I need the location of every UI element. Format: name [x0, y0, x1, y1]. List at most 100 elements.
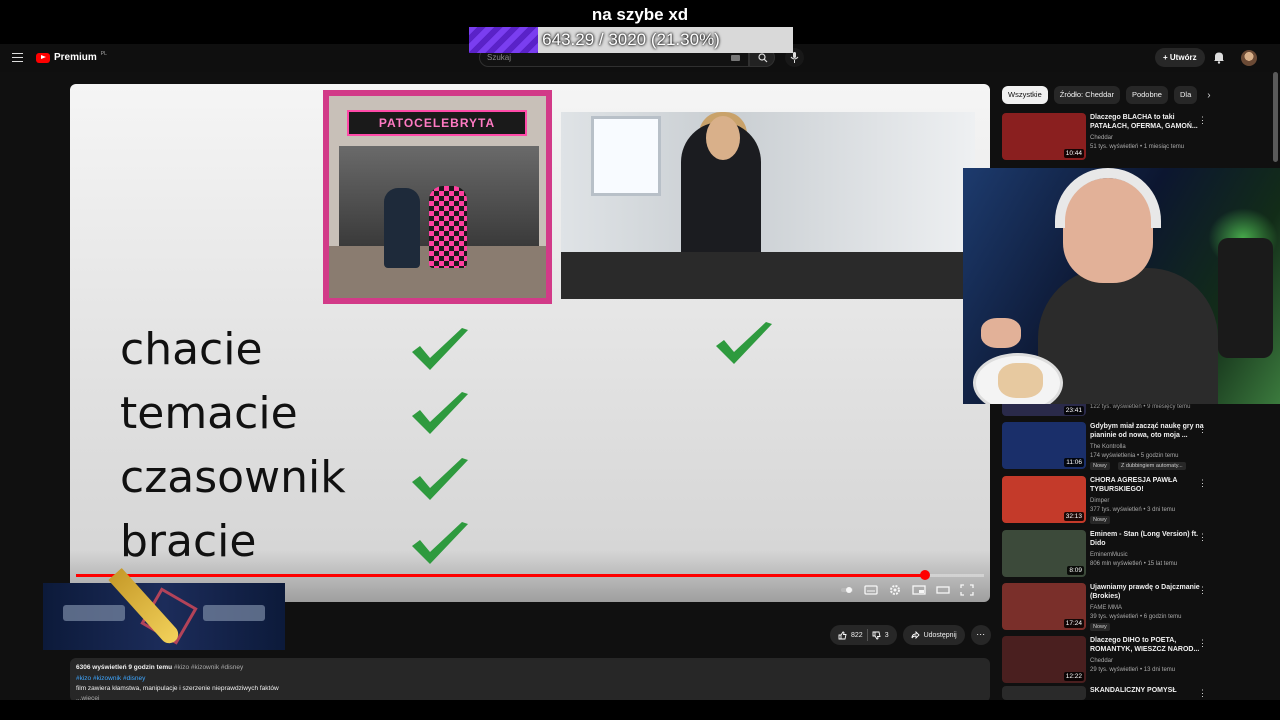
- channel-name[interactable]: The Kontrolla: [1090, 444, 1126, 450]
- video-player[interactable]: PATOCELEBRYTA chacie temacie czasownik brac…: [70, 84, 990, 602]
- share-label: Udostępnij: [923, 631, 957, 639]
- dislike-count: 3: [884, 631, 889, 639]
- kebab-menu-icon[interactable]: ⋮: [1198, 115, 1207, 126]
- cam-hand: [981, 318, 1021, 348]
- new-badge: Nowy: [1090, 623, 1110, 631]
- channel-name[interactable]: FAME MMA: [1090, 605, 1122, 611]
- description-box[interactable]: 6306 wyświetleń 9 godzin temu #kizo #kiz…: [70, 658, 990, 702]
- checkmark-icon: [412, 522, 468, 564]
- recommendation-title[interactable]: Ujawniamy prawdę o Dajczmanie (Brokies): [1090, 583, 1208, 601]
- recommendation-title[interactable]: SKANDALICZNY POMYSŁ: [1090, 686, 1208, 695]
- more-actions-button[interactable]: ⋯: [970, 625, 991, 645]
- recommendation-item[interactable]: 8:09 Eminem - Stan (Long Version) ft. Did…: [1002, 530, 1272, 578]
- channel-name[interactable]: EminemMusic: [1090, 552, 1128, 558]
- youtube-logo[interactable]: Premium PL: [36, 50, 107, 63]
- microphone-icon: [790, 52, 799, 63]
- share-button[interactable]: Udostępnij: [902, 625, 965, 645]
- theater-mode-icon[interactable]: [936, 584, 950, 596]
- still-counter: [561, 252, 975, 299]
- recommendation-thumbnail[interactable]: 12:22: [1002, 636, 1086, 683]
- dislike-button[interactable]: 3: [872, 631, 889, 640]
- recommendation-thumbnail[interactable]: 8:09: [1002, 530, 1086, 577]
- filter-chip[interactable]: Dla: [1173, 86, 1198, 104]
- settings-gear-icon[interactable]: [888, 584, 902, 596]
- album-person-left: [384, 188, 420, 268]
- filter-chip[interactable]: Źródło: Cheddar: [1053, 86, 1120, 104]
- kebab-menu-icon[interactable]: ⋮: [1198, 638, 1207, 649]
- channel-name[interactable]: Dimper: [1090, 498, 1109, 504]
- hashtags-link[interactable]: #kizo #kizownik #disney: [76, 675, 145, 682]
- thumbs-up-icon: [838, 631, 847, 639]
- video-duration: 11:06: [1064, 458, 1084, 467]
- recommendation-item[interactable]: SKANDALICZNY POMYSŁ ⋮: [1002, 686, 1272, 700]
- rifle-icon: [203, 605, 265, 621]
- rifle-icon: [63, 605, 125, 621]
- video-progress-bar[interactable]: [76, 570, 984, 580]
- recommendation-thumbnail[interactable]: 17:24: [1002, 583, 1086, 630]
- recommendation-title[interactable]: Eminem - Stan (Long Version) ft. Dido: [1090, 530, 1208, 548]
- kebab-menu-icon[interactable]: ⋮: [1198, 585, 1207, 596]
- recommendation-meta: 377 tys. wyświetleń • 3 dni temu: [1090, 507, 1176, 513]
- hamburger-menu-icon[interactable]: [12, 53, 23, 62]
- kebab-menu-icon[interactable]: ⋮: [1198, 478, 1207, 489]
- filter-chip[interactable]: Wszystkie: [1002, 86, 1048, 104]
- miniplayer-icon[interactable]: [912, 584, 926, 596]
- kebab-menu-icon[interactable]: ⋮: [1198, 688, 1207, 699]
- new-badge: Nowy: [1090, 516, 1110, 524]
- channel-name[interactable]: Cheddar: [1090, 135, 1113, 141]
- rhyme-word: czasownik: [120, 452, 346, 503]
- video-still-image: [561, 112, 975, 299]
- chevron-right-icon[interactable]: ›: [1207, 90, 1210, 101]
- recommendation-thumbnail[interactable]: 32:13: [1002, 476, 1086, 523]
- partial-duration: 23:41: [1063, 406, 1084, 415]
- recommendation-thumbnail[interactable]: [1002, 686, 1086, 700]
- keyboard-icon[interactable]: [731, 55, 740, 61]
- kebab-menu-icon[interactable]: ⋮: [1198, 424, 1207, 435]
- album-cover-image: PATOCELEBRYTA: [323, 90, 552, 304]
- subtitles-icon[interactable]: [864, 584, 878, 596]
- logo-region: PL: [100, 50, 107, 57]
- kebab-menu-icon[interactable]: ⋮: [1198, 532, 1207, 543]
- recommendation-item[interactable]: 10:44 Dlaczego BLACHA to taki PATAŁACH, O…: [1002, 113, 1272, 161]
- description-text: film zawiera kłamstwa, manipulacje i sze…: [76, 685, 279, 692]
- partial-thumbnail: 23:41: [1002, 404, 1086, 416]
- recommendation-item[interactable]: 12:22 Dlaczego DIHO to POETA, ROMANTYK, W…: [1002, 636, 1272, 684]
- like-button[interactable]: 822: [838, 631, 863, 640]
- checkmark-icon: [412, 392, 468, 434]
- recommendation-thumbnail[interactable]: 10:44: [1002, 113, 1086, 160]
- still-head: [706, 116, 740, 160]
- recommendation-partial[interactable]: 23:41 122 tys. wyświetleń • 9 miesięcy t…: [1002, 404, 1272, 416]
- donation-goal-bar: 643.29 / 3020 (21.30%): [469, 27, 793, 53]
- rhyme-word: bracie: [120, 516, 257, 567]
- donation-goal-text: 643.29 / 3020 (21.30%): [542, 30, 720, 49]
- account-avatar[interactable]: [1241, 50, 1257, 66]
- checkmark-icon: [412, 328, 468, 370]
- video-duration: 8:09: [1067, 566, 1084, 575]
- create-label: Utwórz: [1169, 53, 1197, 62]
- recommendation-title[interactable]: CHORA AGRESJA PAWŁA TYBURSKIEGO!: [1090, 476, 1208, 494]
- recommendation-item[interactable]: 17:24 Ujawniamy prawdę o Dajczmanie (Brok…: [1002, 583, 1272, 631]
- recommendation-title[interactable]: Dlaczego BLACHA to taki PATAŁACH, OFERMA…: [1090, 113, 1208, 131]
- recommendation-thumbnail[interactable]: 11:06: [1002, 422, 1086, 469]
- recommendation-meta: 806 mln wyświetleń • 15 lat temu: [1090, 561, 1178, 567]
- autoplay-toggle-icon[interactable]: [840, 584, 854, 596]
- sidebar-scrollbar[interactable]: [1273, 72, 1278, 162]
- recommendation-title[interactable]: Dlaczego DIHO to POETA, ROMANTYK, WIESZC…: [1090, 636, 1208, 654]
- channel-name[interactable]: Cheddar: [1090, 658, 1113, 664]
- notifications-bell-icon[interactable]: [1213, 51, 1225, 64]
- recommendation-item[interactable]: 11:06 Gdybym miał zacząć naukę gry na pia…: [1002, 422, 1272, 470]
- new-badge: Nowy: [1090, 462, 1110, 470]
- filter-chip[interactable]: Podobne: [1125, 86, 1168, 104]
- rhyme-word: chacie: [120, 324, 263, 375]
- cam-body: [1038, 268, 1218, 404]
- recommendation-meta: 29 tys. wyświetleń • 13 dni temu: [1090, 667, 1176, 673]
- like-count: 822: [851, 631, 863, 639]
- video-duration: 10:44: [1063, 149, 1084, 158]
- video-duration: 12:22: [1063, 672, 1084, 681]
- fullscreen-icon[interactable]: [960, 584, 974, 596]
- create-button[interactable]: + Utwórz: [1155, 48, 1205, 67]
- recommendation-title[interactable]: Gdybym miał zacząć naukę gry na pianinie…: [1090, 422, 1208, 440]
- video-progress-knob[interactable]: [919, 570, 930, 580]
- album-person-right: [429, 186, 467, 268]
- recommendation-item[interactable]: 32:13 CHORA AGRESJA PAWŁA TYBURSKIEGO! Dim…: [1002, 476, 1272, 524]
